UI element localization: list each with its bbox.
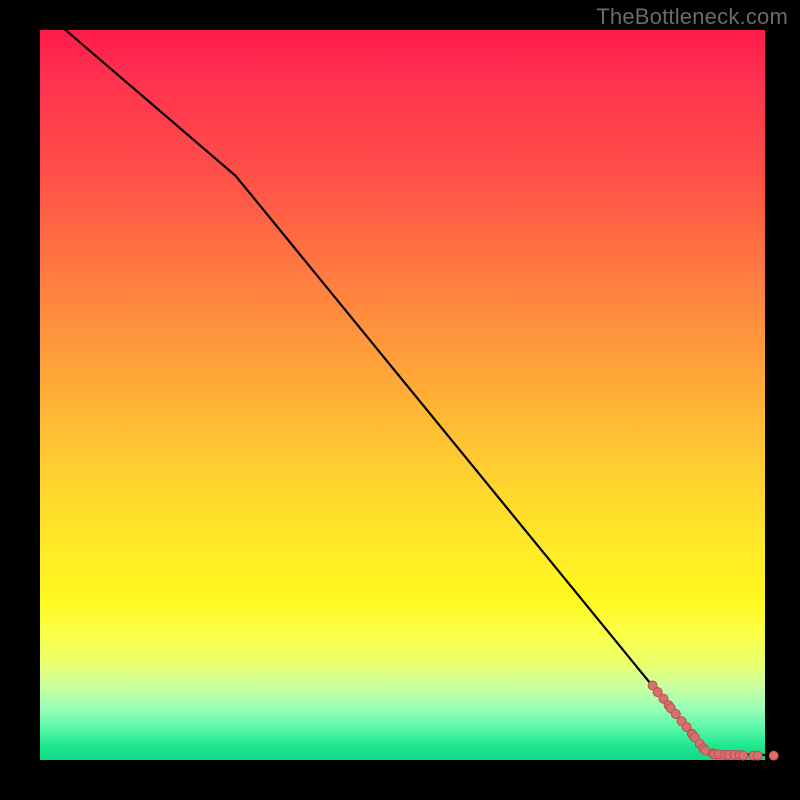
chart-points-group [648,681,778,760]
chart-plot-area [40,30,765,760]
chart-overlay-svg [40,30,765,760]
watermark-text: TheBottleneck.com [596,4,788,30]
chart-data-point [753,751,762,760]
chart-data-point [769,751,778,760]
chart-curve [40,8,780,756]
chart-data-point [739,751,748,760]
